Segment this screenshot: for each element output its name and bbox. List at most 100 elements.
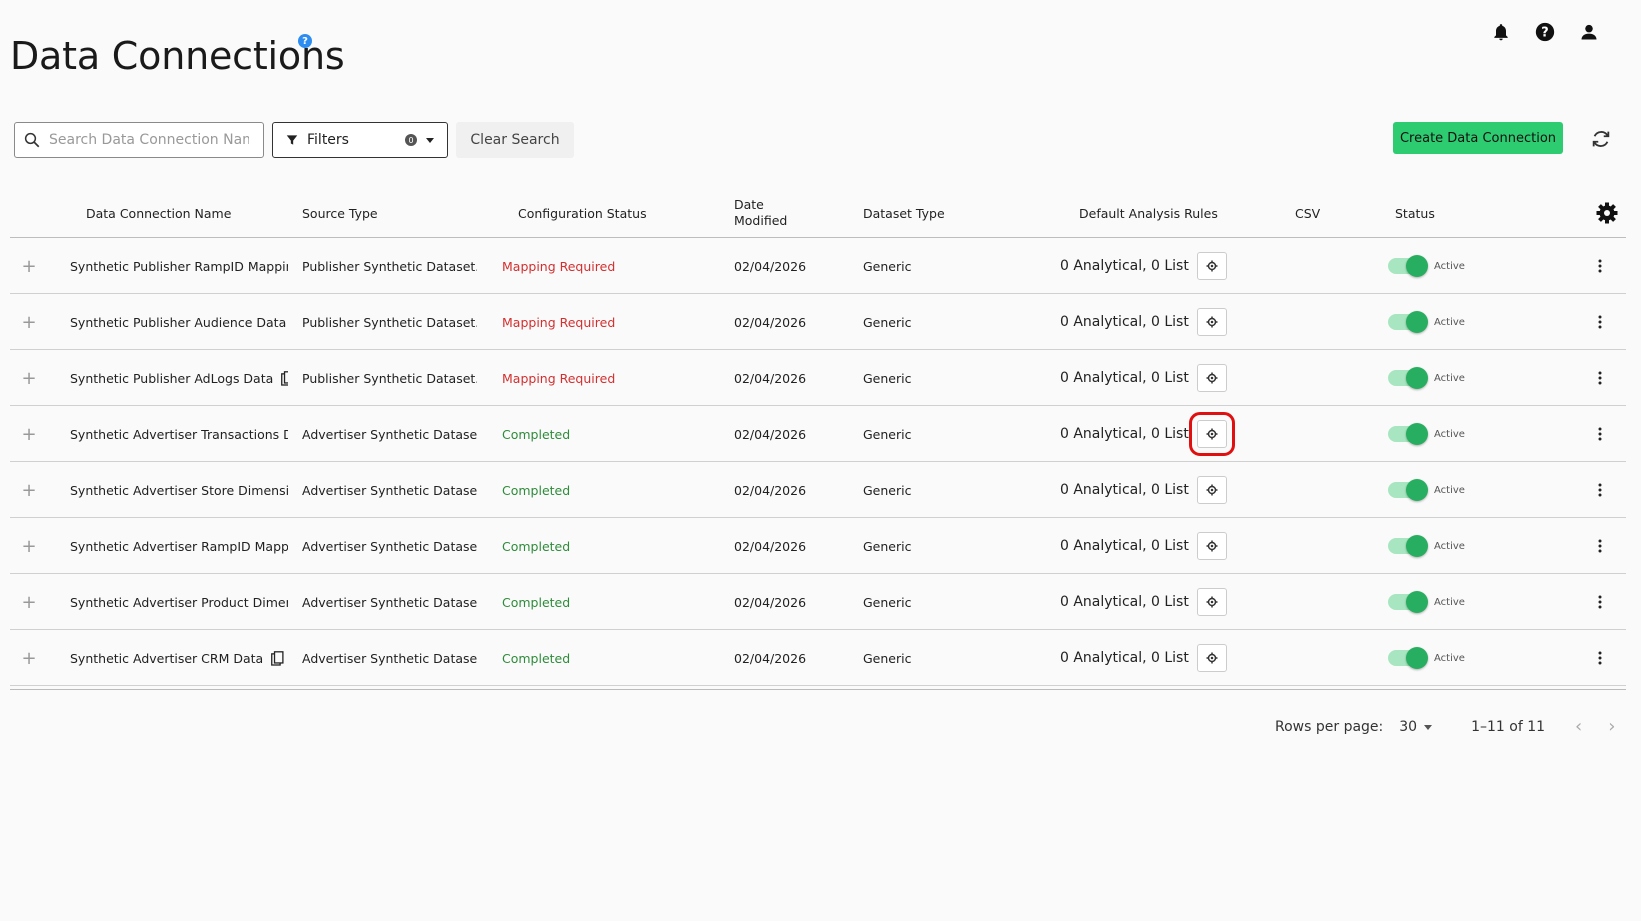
- expand-icon[interactable]: +: [22, 238, 36, 294]
- analysis-rules-gear-button[interactable]: [1196, 644, 1227, 672]
- analysis-rules-gear-button[interactable]: [1196, 532, 1227, 560]
- row-menu-icon[interactable]: [1593, 294, 1607, 350]
- analysis-rules-gear-button[interactable]: [1196, 476, 1227, 504]
- copy-icon[interactable]: [271, 650, 284, 666]
- copy-icon[interactable]: [281, 370, 288, 386]
- expand-icon[interactable]: +: [22, 406, 36, 462]
- col-header-source[interactable]: Source Type: [302, 188, 378, 238]
- config-status: Completed: [502, 426, 571, 442]
- row-menu-icon[interactable]: [1593, 630, 1607, 686]
- col-header-dtype[interactable]: Dataset Type: [863, 188, 945, 238]
- svg-text:?: ?: [1541, 26, 1548, 41]
- config-status: Completed: [502, 650, 571, 666]
- date-modified: 02/04/2026: [734, 482, 807, 498]
- status-label: Active: [1434, 260, 1465, 272]
- refresh-icon[interactable]: [1590, 128, 1614, 152]
- rows-per-page-label: Rows per page:: [1275, 718, 1384, 735]
- connection-name[interactable]: Synthetic Publisher Audience Data: [70, 315, 286, 330]
- col-header-name[interactable]: Data Connection Name: [86, 188, 231, 238]
- dataset-type: Generic: [863, 482, 912, 498]
- dataset-type: Generic: [863, 314, 912, 330]
- create-data-connection-button[interactable]: Create Data Connection: [1393, 122, 1563, 154]
- col-header-status[interactable]: Status: [1395, 188, 1435, 238]
- config-status: Mapping Required: [502, 258, 616, 274]
- filters-button[interactable]: Filters 0: [272, 122, 448, 158]
- row-menu-icon[interactable]: [1593, 518, 1607, 574]
- toolbar: Filters 0 Clear Search Create Data Conne…: [14, 122, 1641, 158]
- analysis-rules-text: 0 Analytical, 0 List: [1060, 538, 1189, 554]
- status-label: Active: [1434, 484, 1465, 496]
- column-settings-icon[interactable]: [1595, 188, 1619, 238]
- dataset-type: Generic: [863, 426, 912, 442]
- next-page-icon[interactable]: ›: [1608, 716, 1615, 737]
- rows-per-page-value: 30: [1399, 718, 1418, 735]
- dataset-type: Generic: [863, 370, 912, 386]
- source-type: Publisher Synthetic Dataset...: [302, 314, 477, 330]
- dataset-type: Generic: [863, 594, 912, 610]
- expand-icon[interactable]: +: [22, 350, 36, 406]
- gear-icon: [1206, 260, 1218, 272]
- title-help-icon[interactable]: ?: [298, 34, 312, 48]
- connection-name[interactable]: Synthetic Advertiser CRM Data: [70, 651, 263, 666]
- connection-name-cell: Synthetic Publisher Audience Data: [70, 294, 288, 350]
- clear-search-button[interactable]: Clear Search: [456, 122, 574, 158]
- col-header-config[interactable]: Configuration Status: [518, 188, 647, 238]
- analysis-rules-text: 0 Analytical, 0 List: [1060, 650, 1189, 666]
- status-toggle[interactable]: [1388, 591, 1428, 613]
- expand-icon[interactable]: +: [22, 462, 36, 518]
- status-cell: Active: [1388, 630, 1508, 686]
- config-status: Completed: [502, 482, 571, 498]
- status-toggle[interactable]: [1388, 535, 1428, 557]
- status-toggle[interactable]: [1388, 367, 1428, 389]
- col-header-date[interactable]: Date Modified: [734, 188, 794, 238]
- source-type: Publisher Synthetic Dataset...: [302, 258, 477, 274]
- table-header: Data Connection Name Source Type Configu…: [10, 188, 1626, 238]
- analysis-rules-gear-button[interactable]: [1196, 252, 1227, 280]
- status-toggle[interactable]: [1388, 255, 1428, 277]
- expand-icon[interactable]: +: [22, 630, 36, 686]
- row-menu-icon[interactable]: [1593, 238, 1607, 294]
- search-box[interactable]: [14, 122, 264, 158]
- expand-icon[interactable]: +: [22, 294, 36, 350]
- config-status: Mapping Required: [502, 314, 616, 330]
- status-toggle[interactable]: [1388, 423, 1428, 445]
- connection-name[interactable]: Synthetic Publisher RampID Mapping: [70, 238, 288, 294]
- analysis-rules-gear-button[interactable]: [1188, 412, 1235, 456]
- col-header-rules[interactable]: Default Analysis Rules: [1079, 188, 1218, 238]
- analysis-rules-cell: 0 Analytical, 0 List: [1060, 518, 1235, 574]
- date-modified: 02/04/2026: [734, 594, 807, 610]
- analysis-rules-gear-button[interactable]: [1196, 364, 1227, 392]
- connection-name[interactable]: Synthetic Publisher AdLogs Data: [70, 371, 273, 386]
- status-toggle[interactable]: [1388, 311, 1428, 333]
- config-status: Completed: [502, 594, 571, 610]
- status-cell: Active: [1388, 406, 1508, 462]
- status-toggle[interactable]: [1388, 647, 1428, 669]
- row-menu-icon[interactable]: [1593, 574, 1607, 630]
- help-icon[interactable]: ?: [1533, 20, 1557, 44]
- expand-icon[interactable]: +: [22, 518, 36, 574]
- connection-name[interactable]: Synthetic Advertiser Product Dimens: [70, 574, 288, 630]
- search-icon: [24, 132, 40, 148]
- row-menu-icon[interactable]: [1593, 350, 1607, 406]
- date-modified: 02/04/2026: [734, 426, 807, 442]
- status-label: Active: [1434, 316, 1465, 328]
- prev-page-icon[interactable]: ‹: [1575, 716, 1582, 737]
- analysis-rules-gear-button[interactable]: [1196, 308, 1227, 336]
- search-input[interactable]: [49, 132, 249, 148]
- status-cell: Active: [1388, 518, 1508, 574]
- status-cell: Active: [1388, 350, 1508, 406]
- connection-name[interactable]: Synthetic Advertiser Store Dimension: [70, 462, 288, 518]
- gear-icon: [1206, 540, 1218, 552]
- row-menu-icon[interactable]: [1593, 406, 1607, 462]
- expand-icon[interactable]: +: [22, 574, 36, 630]
- rows-per-page-select[interactable]: 30: [1399, 719, 1433, 735]
- analysis-rules-gear-button[interactable]: [1196, 588, 1227, 616]
- col-header-csv[interactable]: CSV: [1295, 188, 1320, 238]
- connection-name[interactable]: Synthetic Advertiser RampID Mappin: [70, 518, 288, 574]
- bell-icon[interactable]: [1489, 20, 1513, 44]
- connection-name[interactable]: Synthetic Advertiser Transactions Dat: [70, 406, 288, 462]
- row-menu-icon[interactable]: [1593, 462, 1607, 518]
- gear-icon: [1206, 652, 1218, 664]
- user-icon[interactable]: [1577, 20, 1601, 44]
- status-toggle[interactable]: [1388, 479, 1428, 501]
